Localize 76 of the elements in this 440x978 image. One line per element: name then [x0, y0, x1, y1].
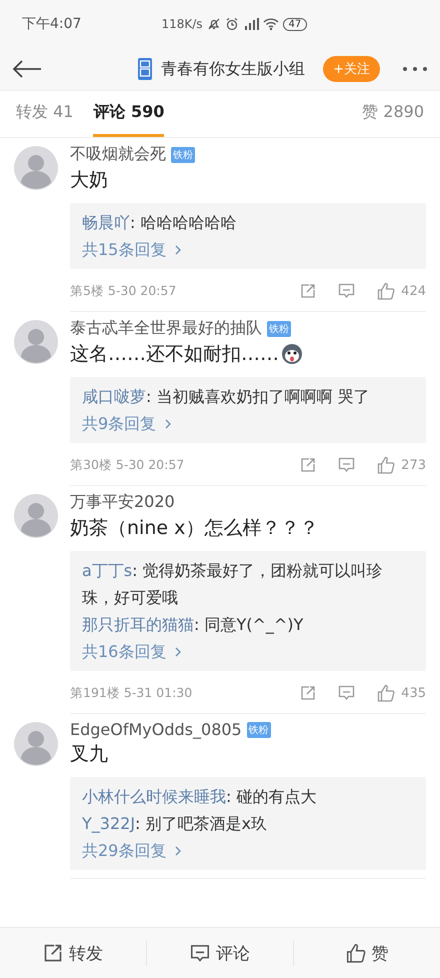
group-title: 青春有你女生版小组	[161, 58, 306, 80]
more-replies-link[interactable]: 共16条回复	[82, 638, 182, 665]
more-replies-link[interactable]: 共15条回复	[82, 236, 182, 263]
battery-level: 47	[282, 18, 308, 30]
signal-icon	[242, 17, 259, 31]
user-name[interactable]: 不吸烟就会死	[70, 144, 166, 165]
user-name[interactable]: EdgeOfMyOdds_0805	[70, 720, 242, 739]
like-count: 435	[401, 686, 426, 700]
reply-author[interactable]: a丁丁s	[82, 561, 132, 580]
fan-badge: 铁粉	[246, 722, 271, 738]
reply-text: 那只折耳的猫猫: 同意Y(^_^)Y	[82, 614, 304, 636]
reply-box[interactable]: 小林什么时候来睡我: 碰的有点大 Y_322J: 别了吧茶酒是x玖 共29条回复	[70, 777, 426, 870]
more-replies-link[interactable]: 共29条回复	[82, 837, 182, 864]
floor-time: 第191楼 5-31 01:30	[70, 684, 192, 702]
chevron-icon	[174, 646, 182, 658]
avatar-icon[interactable]	[14, 146, 58, 190]
comment-text: 大奶	[70, 168, 108, 193]
alarm-icon	[224, 17, 239, 31]
repost-icon[interactable]	[300, 283, 316, 299]
like-count: 273	[401, 458, 426, 472]
more-replies-link[interactable]: 共9条回复	[82, 410, 172, 437]
reply-author[interactable]: 咸口啵萝	[82, 387, 146, 406]
reply-text: a丁丁s: 觉得奶茶最好了，团粉就可以叫珍珠，好可爱哦	[82, 560, 384, 609]
reply-text: 畅晨吖: 哈哈哈哈哈哈	[82, 212, 238, 234]
comment-text: 叉九	[70, 742, 108, 767]
repost-icon[interactable]	[300, 457, 316, 473]
floor-time: 第30楼 5-30 20:57	[70, 456, 184, 474]
comment-icon	[190, 944, 210, 962]
reply-box[interactable]: 咸口啵萝: 当初贼喜欢奶扣了啊啊啊 哭了 共9条回复	[70, 377, 426, 443]
reply-box[interactable]: a丁丁s: 觉得奶茶最好了，团粉就可以叫珍珠，好可爱哦 那只折耳的猫猫: 同意Y(^_^)Y 共16条回复	[70, 551, 426, 671]
reply-author[interactable]: 那只折耳的猫猫	[82, 615, 194, 634]
chevron-icon	[174, 244, 182, 256]
reply-text: 小林什么时候来睡我: 碰的有点大	[82, 786, 318, 808]
like-count: 424	[401, 284, 426, 298]
group-icon	[137, 57, 154, 81]
mute-icon	[206, 17, 221, 31]
action-button[interactable]: 转发	[0, 940, 147, 966]
more-icon[interactable]	[402, 66, 428, 72]
reply-author[interactable]: Y_322J	[82, 814, 136, 833]
dog-emoji-icon	[281, 343, 303, 365]
chevron-icon	[174, 844, 182, 856]
chevron-icon	[164, 418, 172, 430]
avatar-icon[interactable]	[14, 320, 58, 364]
status-time: 下午4:07	[22, 15, 82, 33]
reply-text: 咸口啵萝: 当初贼喜欢奶扣了啊啊啊 哭了	[82, 386, 371, 408]
likes-tab[interactable]: 赞 2890	[362, 91, 424, 137]
user-name[interactable]: 万事平安2020	[70, 492, 175, 513]
reply-author[interactable]: 畅晨吖	[82, 213, 130, 232]
tab[interactable]: 评论 590	[93, 91, 164, 137]
repost-icon[interactable]	[300, 685, 316, 701]
tab[interactable]: 转发 41	[16, 91, 74, 137]
fan-badge: 铁粉	[267, 320, 291, 336]
action-button[interactable]: 赞	[294, 940, 440, 966]
comment-text: 奶茶（nine x）怎么样？？？	[70, 516, 318, 541]
user-name[interactable]: 泰古忒羊全世界最好的抽队	[70, 318, 262, 339]
thumbs-up-icon[interactable]	[377, 684, 396, 702]
follow-button[interactable]: +关注	[323, 56, 380, 82]
floor-time: 第5楼 5-30 20:57	[70, 282, 176, 300]
network-speed: 118K/s	[161, 17, 203, 31]
thumbs-up-icon	[346, 943, 366, 963]
wifi-icon	[262, 17, 279, 31]
reply-author[interactable]: 小林什么时候来睡我	[82, 787, 226, 806]
thumbs-up-icon[interactable]	[377, 282, 396, 300]
comment-icon[interactable]	[338, 283, 356, 299]
reply-box[interactable]: 畅晨吖: 哈哈哈哈哈哈 共15条回复	[70, 203, 426, 269]
back-arrow-icon[interactable]	[12, 59, 42, 79]
comment-icon[interactable]	[338, 685, 356, 701]
comment-icon[interactable]	[338, 457, 356, 473]
avatar-icon[interactable]	[14, 494, 58, 538]
reply-text: Y_322J: 别了吧茶酒是x玖	[82, 813, 268, 835]
repost-icon	[43, 943, 63, 963]
thumbs-up-icon[interactable]	[377, 456, 396, 474]
action-button[interactable]: 评论	[147, 940, 294, 966]
avatar-icon[interactable]	[14, 722, 58, 766]
fan-badge: 铁粉	[171, 146, 195, 162]
comment-text: 这名……还不如耐扣……	[70, 342, 279, 367]
